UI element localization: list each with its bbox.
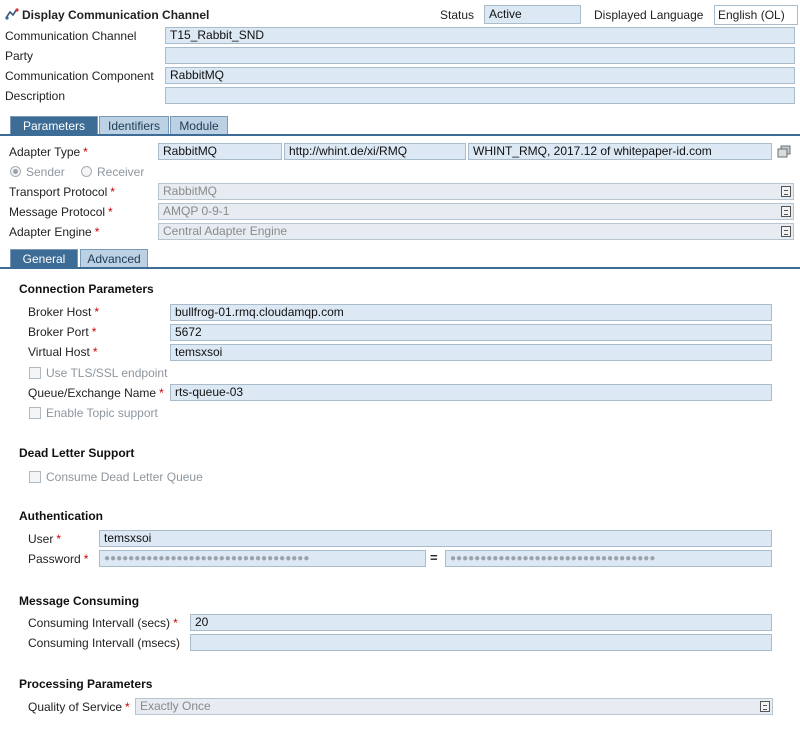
virtual-host-field[interactable]: temsxsoi xyxy=(170,344,772,361)
dropdown-icon xyxy=(760,701,770,712)
auth-section-title: Authentication xyxy=(19,509,103,523)
copy-icon[interactable] xyxy=(777,145,791,158)
component-field[interactable]: RabbitMQ xyxy=(165,67,795,84)
dropdown-icon xyxy=(781,226,791,237)
page-title: Display Communication Channel xyxy=(22,8,210,22)
password-equals: = xyxy=(430,550,438,565)
status-label: Status xyxy=(440,8,475,22)
user-field[interactable]: temsxsoi xyxy=(99,530,772,547)
consuming-section-title: Message Consuming xyxy=(19,594,140,608)
dead-letter-checkbox[interactable] xyxy=(29,471,41,483)
adapter-swc-field[interactable]: WHINT_RMQ, 2017.12 of whitepaper-id.com xyxy=(468,143,772,160)
tab-module[interactable]: Module xyxy=(170,116,228,134)
main-tab-divider xyxy=(0,134,800,136)
sender-radio[interactable] xyxy=(10,166,21,177)
description-label: Description xyxy=(5,89,66,103)
dropdown-icon xyxy=(781,206,791,217)
broker-host-field[interactable]: bullfrog-01.rmq.cloudamqp.com xyxy=(170,304,772,321)
channel-icon xyxy=(5,8,19,20)
processing-section-title: Processing Parameters xyxy=(19,677,153,691)
receiver-label: Receiver xyxy=(97,165,145,179)
password-field[interactable]: ●●●●●●●●●●●●●●●●●●●●●●●●●●●●●●●●●● xyxy=(99,550,426,567)
tab-general[interactable]: General xyxy=(10,249,78,267)
party-label: Party xyxy=(5,49,34,63)
broker-host-label: Broker Host * xyxy=(28,305,100,319)
adapter-type-field[interactable]: RabbitMQ xyxy=(158,143,282,160)
adapter-type-label: Adapter Type * xyxy=(9,145,88,159)
tab-identifiers[interactable]: Identifiers xyxy=(99,116,169,134)
tab-advanced[interactable]: Advanced xyxy=(80,249,148,267)
communication-channel-label: Communication Channel xyxy=(5,29,137,43)
receiver-radio[interactable] xyxy=(81,166,92,177)
topic-label: Enable Topic support xyxy=(46,406,158,420)
topic-checkbox[interactable] xyxy=(29,407,41,419)
party-field[interactable] xyxy=(165,47,795,64)
communication-channel-field[interactable]: T15_Rabbit_SND xyxy=(165,27,795,44)
tls-checkbox[interactable] xyxy=(29,367,41,379)
sub-tab-divider xyxy=(0,267,800,269)
description-field[interactable] xyxy=(165,87,795,104)
user-label: User * xyxy=(28,532,62,546)
adapter-engine-select[interactable]: Central Adapter Engine xyxy=(158,223,794,240)
dropdown-icon xyxy=(781,186,791,197)
virtual-host-label: Virtual Host * xyxy=(28,345,98,359)
broker-port-field[interactable]: 5672 xyxy=(170,324,772,341)
language-value: English (OL) xyxy=(718,8,785,22)
message-protocol-label: Message Protocol * xyxy=(9,205,113,219)
transport-protocol-label: Transport Protocol * xyxy=(9,185,115,199)
consuming-msecs-label: Consuming Intervall (msecs) xyxy=(28,636,181,650)
status-field: Active xyxy=(484,5,581,24)
consuming-secs-label: Consuming Intervall (secs) * xyxy=(28,616,178,630)
password-confirm-field[interactable]: ●●●●●●●●●●●●●●●●●●●●●●●●●●●●●●●●●● xyxy=(445,550,772,567)
language-label: Displayed Language xyxy=(594,8,704,22)
dead-letter-section-title: Dead Letter Support xyxy=(19,446,135,460)
consuming-msecs-field[interactable] xyxy=(190,634,772,651)
sender-label: Sender xyxy=(26,165,65,179)
qos-label: Quality of Service * xyxy=(28,700,130,714)
message-protocol-select[interactable]: AMQP 0-9-1 xyxy=(158,203,794,220)
tls-label: Use TLS/SSL endpoint xyxy=(46,366,168,380)
adapter-namespace-field[interactable]: http://whint.de/xi/RMQ xyxy=(284,143,466,160)
broker-port-label: Broker Port * xyxy=(28,325,97,339)
queue-name-field[interactable]: rts-queue-03 xyxy=(170,384,772,401)
connection-section-title: Connection Parameters xyxy=(19,282,154,296)
password-label: Password * xyxy=(28,552,89,566)
queue-name-label: Queue/Exchange Name * xyxy=(28,386,164,400)
component-label: Communication Component xyxy=(5,69,154,83)
language-select[interactable]: English (OL) xyxy=(714,5,798,25)
tab-parameters[interactable]: Parameters xyxy=(10,116,98,134)
adapter-engine-label: Adapter Engine * xyxy=(9,225,100,239)
transport-protocol-select[interactable]: RabbitMQ xyxy=(158,183,794,200)
qos-select[interactable]: Exactly Once xyxy=(135,698,773,715)
dead-letter-label: Consume Dead Letter Queue xyxy=(46,470,203,484)
consuming-secs-field[interactable]: 20 xyxy=(190,614,772,631)
